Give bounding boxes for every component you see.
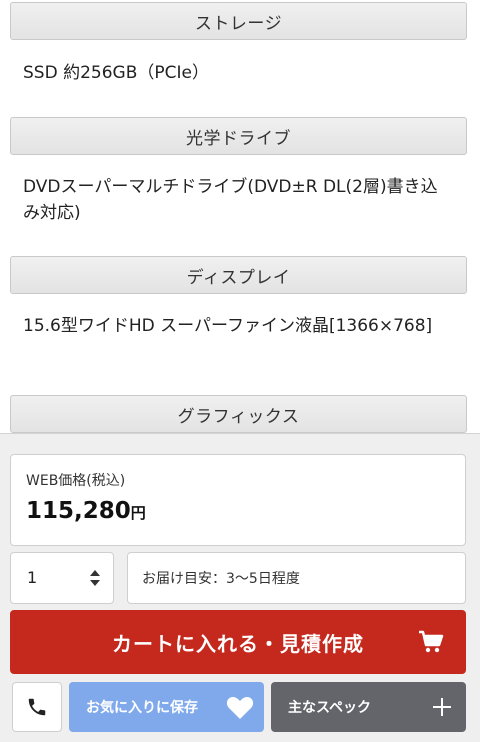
add-to-cart-button[interactable]: カートに入れる・見積作成 [10, 610, 466, 674]
phone-button[interactable] [12, 682, 62, 732]
spec-header-storage: ストレージ [10, 2, 467, 40]
spec-header-label: ストレージ [194, 13, 283, 34]
spec-value-display: 15.6型ワイドHD スーパーファイン液晶[1366×768] [23, 316, 433, 336]
delivery-text: お届け目安：3〜5日程度 [142, 571, 300, 587]
price-amount: 115,280 [26, 498, 131, 524]
spec-header-optical-drive: 光学ドライブ [10, 117, 467, 155]
up-down-arrows-icon [90, 570, 100, 586]
phone-icon [28, 698, 46, 716]
save-favorite-label: お気に入りに保存 [86, 700, 198, 716]
purchase-panel: WEB価格(税込) 115,280円 1 お届け目安：3〜5日程度 カートに入れ… [0, 433, 480, 742]
main-specs-label: 主なスペック [288, 700, 372, 716]
plus-icon [433, 698, 451, 716]
heart-icon [226, 697, 254, 719]
spec-header-display: ディスプレイ [10, 256, 467, 294]
price-label: WEB価格(税込) [26, 473, 126, 489]
price-box: WEB価格(税込) 115,280円 [10, 454, 466, 546]
delivery-estimate: お届け目安：3〜5日程度 [127, 552, 466, 604]
price-unit: 円 [130, 504, 146, 522]
cart-icon [419, 630, 444, 653]
main-specs-button[interactable]: 主なスペック [271, 682, 466, 732]
spec-header-label: ディスプレイ [186, 267, 291, 288]
add-to-cart-label: カートに入れる・見積作成 [112, 631, 364, 656]
price-value: 115,280円 [26, 498, 146, 524]
spec-value-optical-drive: DVDスーパーマルチドライブ(DVD±R DL(2層)書き込み対応) [23, 177, 438, 223]
quantity-select[interactable]: 1 [10, 552, 114, 604]
quantity-value: 1 [27, 568, 38, 587]
spec-header-label: グラフィックス [177, 406, 300, 427]
spec-header-label: 光学ドライブ [186, 128, 291, 149]
spec-header-graphics: グラフィックス [10, 395, 467, 433]
spec-value-storage: SSD 約256GB（PCIe） [23, 63, 209, 83]
save-favorite-button[interactable]: お気に入りに保存 [69, 682, 264, 732]
